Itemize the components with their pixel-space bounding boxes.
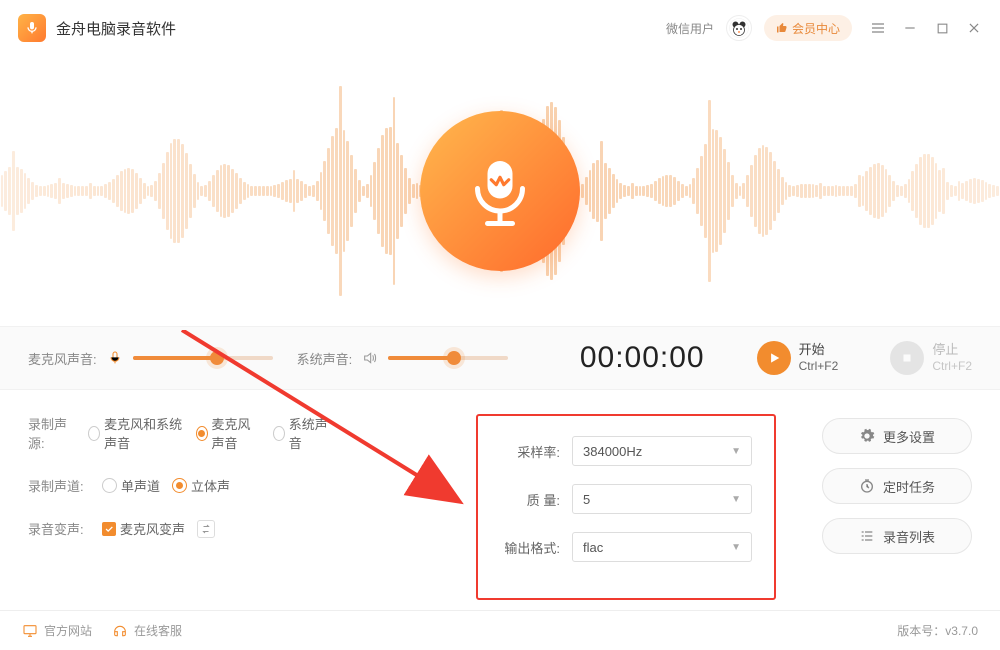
user-avatar[interactable] xyxy=(726,15,752,41)
menu-icon[interactable] xyxy=(870,20,886,36)
support-link[interactable]: 在线客服 xyxy=(112,622,182,639)
voice-change-checkbox[interactable]: 麦克风变声 xyxy=(102,519,185,538)
mic-volume-group: 麦克风声音: xyxy=(28,349,273,368)
system-volume-slider[interactable] xyxy=(388,356,508,360)
sample-rate-label: 采样率: xyxy=(500,442,560,461)
channel-option-stereo[interactable]: 立体声 xyxy=(172,476,230,495)
record-timer: 00:00:00 xyxy=(580,341,705,375)
voice-change-label: 录音变声: xyxy=(28,519,90,538)
source-option-both[interactable]: 麦克风和系统声音 xyxy=(88,414,184,452)
format-row: 输出格式: flac ▼ xyxy=(500,532,752,562)
controls-row: 麦克风声音: 系统声音: 00:00:00 开始 Ctrl+F2 xyxy=(0,326,1000,390)
titlebar: 金舟电脑录音软件 微信用户 会员中心 xyxy=(0,0,1000,56)
headset-icon xyxy=(112,623,128,639)
record-mic-icon xyxy=(420,111,580,271)
monitor-icon xyxy=(22,623,38,639)
sample-rate-row: 采样率: 384000Hz ▼ xyxy=(500,436,752,466)
titlebar-left: 金舟电脑录音软件 xyxy=(18,14,176,42)
window-controls xyxy=(870,20,982,36)
titlebar-right: 微信用户 会员中心 xyxy=(666,15,982,41)
settings-area: 录制声源: 麦克风和系统声音 麦克风声音 系统声音 录制声道: 单声道 立体声 … xyxy=(0,390,1000,610)
start-record-button[interactable]: 开始 Ctrl+F2 xyxy=(757,341,839,375)
source-row: 录制声源: 麦克风和系统声音 麦克风声音 系统声音 xyxy=(28,414,328,452)
sample-rate-value: 384000Hz xyxy=(583,444,642,459)
quality-select[interactable]: 5 ▼ xyxy=(572,484,752,514)
waveform-area xyxy=(0,56,1000,326)
gear-icon xyxy=(859,428,875,444)
app-icon xyxy=(18,14,46,42)
official-site-link[interactable]: 官方网站 xyxy=(22,622,92,639)
channel-label: 录制声道: xyxy=(28,476,90,495)
quality-value: 5 xyxy=(583,492,590,507)
format-select[interactable]: flac ▼ xyxy=(572,532,752,562)
maximize-icon[interactable] xyxy=(934,20,950,36)
voice-settings-icon[interactable] xyxy=(197,520,215,538)
recording-options: 录制声源: 麦克风和系统声音 麦克风声音 系统声音 录制声道: 单声道 立体声 … xyxy=(28,414,328,600)
list-icon xyxy=(859,528,875,544)
source-option-mic[interactable]: 麦克风声音 xyxy=(196,414,261,452)
start-shortcut: Ctrl+F2 xyxy=(799,359,839,375)
channel-option-mono[interactable]: 单声道 xyxy=(102,476,160,495)
vip-center-button[interactable]: 会员中心 xyxy=(764,15,852,41)
footer: 官方网站 在线客服 版本号：v3.7.0 xyxy=(0,610,1000,650)
version-info: 版本号：v3.7.0 xyxy=(897,622,978,639)
quality-row: 质 量: 5 ▼ xyxy=(500,484,752,514)
chevron-down-icon: ▼ xyxy=(731,494,741,505)
app-title: 金舟电脑录音软件 xyxy=(56,18,176,39)
chevron-down-icon: ▼ xyxy=(731,542,741,553)
sample-rate-select[interactable]: 384000Hz ▼ xyxy=(572,436,752,466)
system-volume-label: 系统声音: xyxy=(297,349,353,368)
minimize-icon[interactable] xyxy=(902,20,918,36)
mic-volume-label: 麦克风声音: xyxy=(28,349,97,368)
start-label: 开始 xyxy=(799,342,839,359)
speaker-icon xyxy=(362,350,378,366)
side-actions: 更多设置 定时任务 录音列表 xyxy=(822,414,972,600)
output-params-box: 采样率: 384000Hz ▼ 质 量: 5 ▼ 输出格式: flac ▼ xyxy=(476,414,776,600)
microphone-icon xyxy=(107,350,123,366)
user-type-label: 微信用户 xyxy=(666,20,714,37)
source-option-sys[interactable]: 系统声音 xyxy=(273,414,328,452)
thumbs-up-icon xyxy=(776,22,788,34)
channel-row: 录制声道: 单声道 立体声 xyxy=(28,476,328,495)
source-label: 录制声源: xyxy=(28,414,76,452)
stop-icon xyxy=(890,341,924,375)
format-value: flac xyxy=(583,540,603,555)
system-volume-group: 系统声音: xyxy=(297,349,509,368)
recordings-list-button[interactable]: 录音列表 xyxy=(822,518,972,554)
more-settings-button[interactable]: 更多设置 xyxy=(822,418,972,454)
quality-label: 质 量: xyxy=(500,490,560,509)
clock-icon xyxy=(859,478,875,494)
close-icon[interactable] xyxy=(966,20,982,36)
voice-change-row: 录音变声: 麦克风变声 xyxy=(28,519,328,538)
stop-label: 停止 xyxy=(932,342,972,359)
vip-label: 会员中心 xyxy=(792,20,840,37)
mic-volume-slider[interactable] xyxy=(133,356,273,360)
chevron-down-icon: ▼ xyxy=(731,446,741,457)
format-label: 输出格式: xyxy=(500,538,560,557)
stop-shortcut: Ctrl+F2 xyxy=(932,359,972,375)
stop-record-button: 停止 Ctrl+F2 xyxy=(890,341,972,375)
app-window: 金舟电脑录音软件 微信用户 会员中心 xyxy=(0,0,1000,650)
schedule-button[interactable]: 定时任务 xyxy=(822,468,972,504)
play-icon xyxy=(757,341,791,375)
